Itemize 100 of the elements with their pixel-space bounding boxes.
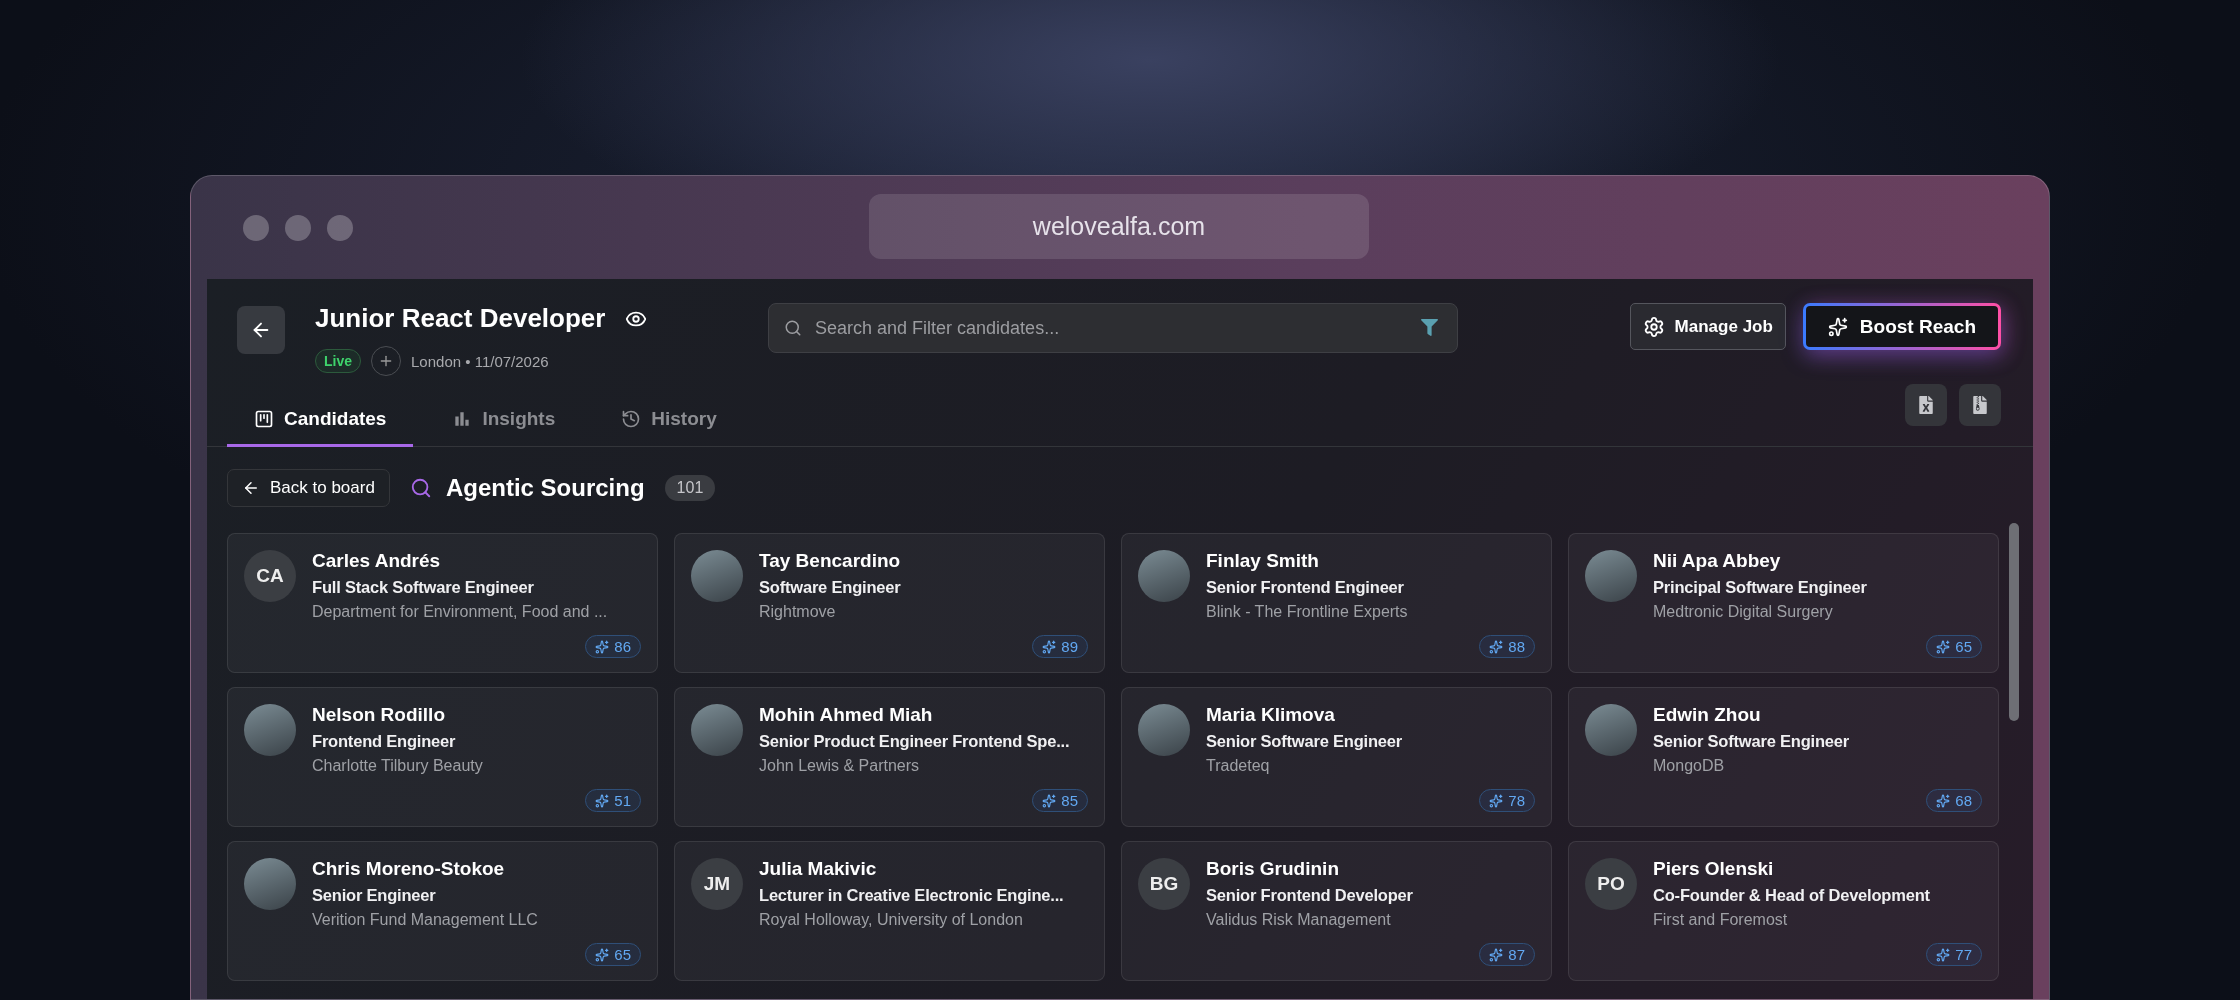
candidate-title: Frontend Engineer [312,732,457,751]
export-button[interactable] [1959,384,2001,426]
back-to-board-button[interactable]: Back to board [227,469,390,507]
window-dot[interactable] [327,214,353,241]
sparkles-icon [595,947,610,962]
back-button[interactable] [237,306,285,354]
match-score: 68 [1926,789,1982,812]
candidate-company: Medtronic Digital Surgery [1653,603,1834,621]
photo-placeholder [691,704,743,756]
search-icon [409,477,432,499]
candidate-card[interactable]: CA Carles Andrés Full Stack Software Engineer Department for Environment, Food and ... 86 [227,533,658,673]
photo-placeholder [244,858,296,910]
match-score: 85 [1032,789,1088,812]
candidate-name: Nii Apa Abbey [1653,550,1782,572]
archive-file-icon [1971,396,1989,414]
candidate-company: MongoDB [1653,757,1726,775]
candidate-card[interactable]: Nii Apa Abbey Principal Software Engineer Medtronic Digital Surgery 65 [1568,533,1999,673]
match-score: 65 [585,943,641,966]
board-icon [254,409,274,429]
match-score: 65 [1926,635,1982,658]
match-score: 86 [585,635,641,658]
plus-icon [378,353,394,369]
photo-placeholder [1585,704,1637,756]
window-dot[interactable] [243,214,269,241]
initials-avatar: BG [1138,858,1190,910]
photo-placeholder [244,704,296,756]
settings-icon [1642,315,1665,338]
sparkles-icon [595,793,610,808]
tab[interactable]: History [594,408,744,447]
candidate-name: Finlay Smith [1206,550,1320,572]
manage-job-button[interactable]: Manage Job [1629,303,1786,350]
candidate-name: Mohin Ahmed Miah [759,704,934,726]
sparkles-icon [1489,793,1504,808]
candidate-name: Julia Makivic [759,858,878,880]
export-button[interactable] [1905,384,1947,426]
job-title: Junior React Developer [315,303,606,334]
photo-placeholder [691,550,743,602]
match-score: 87 [1479,943,1535,966]
initials-avatar: CA [244,550,296,602]
spreadsheet-file-icon [1917,396,1935,414]
section-title: Agentic Sourcing [445,474,645,502]
candidate-card[interactable]: JM Julia Makivic Lecturer in Creative Electronic Engine... Royal Holloway, University of London [674,841,1105,981]
candidate-card[interactable]: Edwin Zhou Senior Software Engineer MongoDB 68 [1568,687,1999,827]
photo-placeholder [1138,704,1190,756]
match-score: 88 [1479,635,1535,658]
candidate-title: Senior Frontend Engineer [1206,578,1405,597]
candidate-name: Boris Grudinin [1206,858,1340,880]
match-score: 77 [1926,943,1982,966]
address-bar[interactable]: welovealfa.com [869,194,1369,259]
candidate-company: Royal Holloway, University of London [759,911,1024,929]
candidate-company: Charlotte Tilbury Beauty [312,757,483,775]
candidate-company: Tradeteq [1206,757,1271,775]
candidate-company: Verition Fund Management LLC [312,911,538,929]
candidate-name: Chris Moreno-Stokoe [312,858,506,880]
candidate-card[interactable]: Tay Bencardino Software Engineer Rightmove 89 [674,533,1105,673]
window-dot[interactable] [285,214,311,241]
sparkles-icon [1489,947,1504,962]
photo-placeholder [1585,550,1637,602]
candidate-card[interactable]: Mohin Ahmed Miah Senior Product Engineer Frontend Spe... John Lewis & Partners 85 [674,687,1105,827]
candidate-company: First and Foremost [1653,911,1789,929]
tab[interactable]: Candidates [227,408,414,447]
sparkles-icon [1042,793,1057,808]
job-location-date: London • 11/07/2026 [411,352,549,370]
candidate-name: Piers Olenski [1653,858,1775,880]
candidate-card[interactable]: Finlay Smith Senior Frontend Engineer Blink - The Frontline Experts 88 [1121,533,1552,673]
candidate-title: Senior Software Engineer [1653,732,1849,751]
candidate-company: Department for Environment, Food and ... [312,603,608,621]
candidate-card[interactable]: BG Boris Grudinin Senior Frontend Developer Validus Risk Management 87 [1121,841,1552,981]
tab[interactable]: Insights [425,408,583,447]
sparkles-icon [1936,947,1951,962]
sparkles-icon [1936,793,1951,808]
match-score: 51 [585,789,641,812]
candidate-title: Co-Founder & Head of Development [1653,886,1930,905]
photo-placeholder [1138,550,1190,602]
candidate-name: Tay Bencardino [759,550,901,572]
candidate-name: Edwin Zhou [1653,704,1762,726]
initials-avatar: PO [1585,858,1637,910]
candidate-card[interactable]: PO Piers Olenski Co-Founder & Head of Development First and Foremost 77 [1568,841,1999,981]
sparkles-icon [1936,639,1951,654]
history-icon [621,409,642,429]
candidate-title: Full Stack Software Engineer [312,578,535,597]
candidate-title: Lecturer in Creative Electronic Engine... [759,886,1064,905]
candidate-company: Rightmove [759,603,837,621]
candidate-card[interactable]: Chris Moreno-Stokoe Senior Engineer Verition Fund Management LLC 65 [227,841,658,981]
sparkles-icon [595,639,610,654]
candidate-company: Validus Risk Management [1206,911,1392,929]
search-icon [784,319,802,337]
candidate-card[interactable]: Nelson Rodillo Frontend Engineer Charlotte Tilbury Beauty 51 [227,687,658,827]
match-score: 78 [1479,789,1535,812]
sparkles-icon [1042,639,1057,654]
filter-icon[interactable] [1421,319,1438,336]
scrollbar-thumb[interactable] [2009,523,2019,721]
search-field[interactable]: Search and Filter candidates... [768,303,1458,353]
candidate-title: Senior Software Engineer [1206,732,1402,751]
count-badge: 101 [664,475,716,501]
candidate-name: Maria Klimova [1206,704,1336,726]
candidate-company: Blink - The Frontline Experts [1206,603,1408,621]
initials-avatar: JM [691,858,743,910]
status-badge: Live [315,349,361,373]
candidate-card[interactable]: Maria Klimova Senior Software Engineer Tradeteq 78 [1121,687,1552,827]
